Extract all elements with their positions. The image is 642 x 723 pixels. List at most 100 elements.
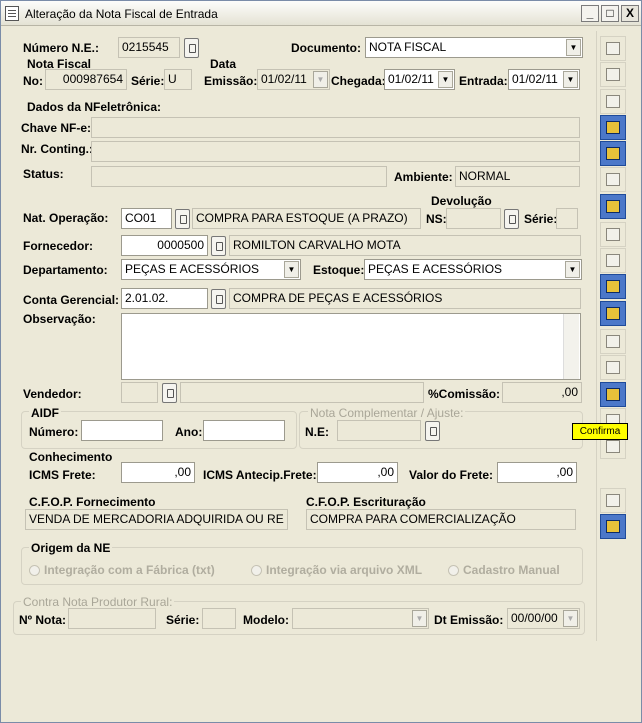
entrada-date[interactable]: 01/02/11 ▼ xyxy=(508,69,580,90)
aidf-ano-field[interactable] xyxy=(203,420,285,441)
contig-label: Nr. Conting.: xyxy=(21,142,93,156)
print-button[interactable] xyxy=(600,329,626,354)
transfer-icon xyxy=(606,254,620,267)
origem-manual-label[interactable]: Cadastro Manual xyxy=(463,563,560,577)
chevron-down-icon[interactable]: ▼ xyxy=(438,71,453,88)
preview-icon xyxy=(606,95,620,108)
origem-fabrica-radio[interactable] xyxy=(29,565,40,576)
documento-select[interactable]: NOTA FISCAL ▼ xyxy=(365,37,583,58)
insert-row-icon xyxy=(606,42,620,55)
nf-serie-field[interactable]: U xyxy=(164,69,192,90)
nc-ne-field[interactable] xyxy=(337,420,421,441)
icms-frete-field[interactable]: ,00 xyxy=(121,462,195,483)
nat-operacao-label: Nat. Operação: xyxy=(23,211,109,225)
cn-modelo-select[interactable]: ▼ xyxy=(292,608,429,629)
printer-icon xyxy=(606,361,620,374)
observacao-textarea[interactable] xyxy=(121,313,581,380)
nat-operacao-search-icon[interactable] xyxy=(175,209,190,229)
lightning-icon xyxy=(606,173,620,186)
chevron-down-icon[interactable]: ▼ xyxy=(412,610,427,627)
chegada-date[interactable]: 01/02/11 ▼ xyxy=(384,69,455,90)
origem-xml-label[interactable]: Integração via arquivo XML xyxy=(266,563,422,577)
aidf-ano-label: Ano: xyxy=(175,425,203,439)
ns-search-icon[interactable] xyxy=(504,209,519,229)
payment-button[interactable] xyxy=(600,194,626,219)
aidf-numero-field[interactable] xyxy=(81,420,163,441)
close-button[interactable]: X xyxy=(621,5,639,22)
conta-gerencial-search-icon[interactable] xyxy=(211,289,226,309)
chevron-down-icon[interactable]: ▼ xyxy=(563,610,578,627)
valor-frete-field[interactable]: ,00 xyxy=(497,462,577,483)
chevron-down-icon[interactable]: ▼ xyxy=(563,71,578,88)
cn-serie-field[interactable] xyxy=(202,608,236,629)
cfop-escrituracao-field: COMPRA PARA COMERCIALIZAÇÃO xyxy=(306,509,576,530)
contig-field[interactable] xyxy=(91,141,580,162)
status-field[interactable] xyxy=(91,166,387,187)
chevron-down-icon[interactable]: ▼ xyxy=(565,261,580,278)
emissao-date[interactable]: 01/02/11 ▼ xyxy=(257,69,330,90)
ambiente-field[interactable]: NORMAL xyxy=(455,166,580,187)
cn-nota-field[interactable] xyxy=(68,608,156,629)
comissao-label: %Comissão: xyxy=(428,387,501,401)
cn-serie-label: Série: xyxy=(166,613,200,627)
vendedor-code[interactable] xyxy=(121,382,158,403)
conta-gerencial-code[interactable]: 2.01.02. xyxy=(121,288,208,309)
origem-fabrica-label[interactable]: Integração com a Fábrica (txt) xyxy=(44,563,215,577)
delete-button[interactable] xyxy=(600,222,626,247)
icms-antecip-field[interactable]: ,00 xyxy=(317,462,398,483)
cfop-fornecimento-label: C.F.O.P. Fornecimento xyxy=(29,495,156,509)
items-button[interactable] xyxy=(600,115,626,140)
minimize-button[interactable]: _ xyxy=(581,5,599,22)
chave-field[interactable] xyxy=(91,117,580,138)
transfer-button[interactable] xyxy=(600,248,626,273)
exit-button[interactable] xyxy=(600,514,626,539)
dev-serie-field[interactable] xyxy=(556,208,578,229)
ns-label: NS: xyxy=(426,212,447,226)
truck-icon xyxy=(606,307,620,320)
grid-button[interactable] xyxy=(600,62,626,87)
list-button[interactable] xyxy=(600,141,626,166)
fornecedor-search-icon[interactable] xyxy=(211,236,226,256)
cn-dt-field[interactable]: 00/00/00 ▼ xyxy=(507,608,580,629)
table-button[interactable] xyxy=(600,488,626,513)
confirm-tooltip: Confirma xyxy=(572,423,628,440)
money-button[interactable] xyxy=(600,274,626,299)
truck-button[interactable] xyxy=(600,301,626,326)
preview-button[interactable] xyxy=(600,89,626,114)
chevron-down-icon[interactable]: ▼ xyxy=(313,71,328,88)
items-icon xyxy=(606,121,620,134)
departamento-select[interactable]: PEÇAS E ACESSÓRIOS ▼ xyxy=(121,259,301,280)
print2-button[interactable] xyxy=(600,355,626,380)
nf-no-field[interactable]: 000987654 xyxy=(45,69,127,90)
aidf-numero-label: Número: xyxy=(29,425,79,439)
chevron-down-icon[interactable]: ▼ xyxy=(566,39,581,56)
fornecedor-label: Fornecedor: xyxy=(23,239,94,253)
window-title: Alteração da Nota Fiscal de Entrada xyxy=(25,7,218,21)
nat-operacao-code[interactable]: CO01 xyxy=(121,208,172,229)
chegada-value: 01/02/11 xyxy=(388,72,434,86)
app-icon xyxy=(5,6,19,21)
confirm-button[interactable] xyxy=(600,382,626,407)
contra-nota-heading: Contra Nota Produtor Rural: xyxy=(21,595,175,609)
ns-field[interactable] xyxy=(446,208,501,229)
fornecedor-code[interactable]: 0000500 xyxy=(121,235,208,256)
numero-ne-label: Número N.E.: xyxy=(23,41,100,55)
observacao-scrollbar[interactable] xyxy=(563,314,579,379)
origem-xml-radio[interactable] xyxy=(251,565,262,576)
vendedor-search-icon[interactable] xyxy=(162,383,177,403)
maximize-button[interactable]: □ xyxy=(601,5,619,22)
conta-gerencial-label: Conta Gerencial: xyxy=(23,293,120,307)
nc-ne-search-icon[interactable] xyxy=(425,421,440,441)
lightning-button[interactable] xyxy=(600,167,626,192)
money-icon xyxy=(606,280,620,293)
numero-ne-field[interactable]: 0215545 xyxy=(118,37,180,58)
numero-ne-search-icon[interactable] xyxy=(184,38,199,58)
insert-row-button[interactable] xyxy=(600,36,626,61)
nat-operacao-desc: COMPRA PARA ESTOQUE (A PRAZO) xyxy=(192,208,421,229)
chevron-down-icon[interactable]: ▼ xyxy=(284,261,299,278)
comissao-field[interactable]: ,00 xyxy=(502,382,582,403)
estoque-select[interactable]: PEÇAS E ACESSÓRIOS ▼ xyxy=(364,259,582,280)
origem-manual-radio[interactable] xyxy=(448,565,459,576)
estoque-label: Estoque: xyxy=(313,263,365,277)
cfop-escrituracao-label: C.F.O.P. Escrituração xyxy=(306,495,426,509)
